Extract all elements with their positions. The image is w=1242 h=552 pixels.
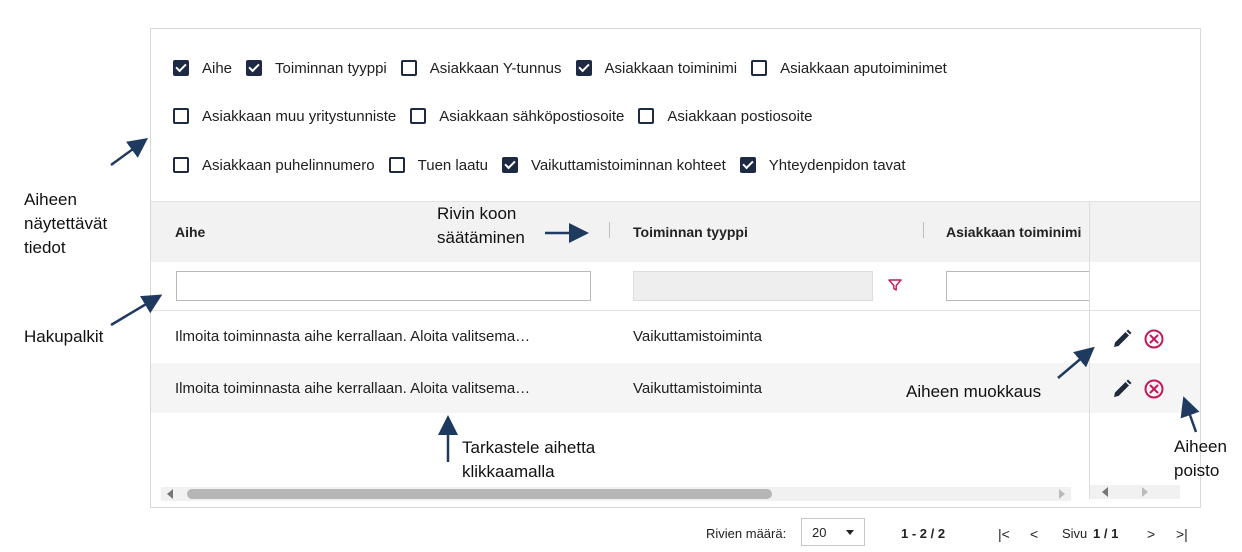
arrow-edit-topic	[1057, 346, 1095, 379]
arrow-shown-fields	[110, 138, 149, 167]
arrow-search-bars	[110, 294, 163, 327]
annotation-arrows	[110, 138, 1200, 462]
arrow-delete-topic	[1180, 396, 1200, 433]
